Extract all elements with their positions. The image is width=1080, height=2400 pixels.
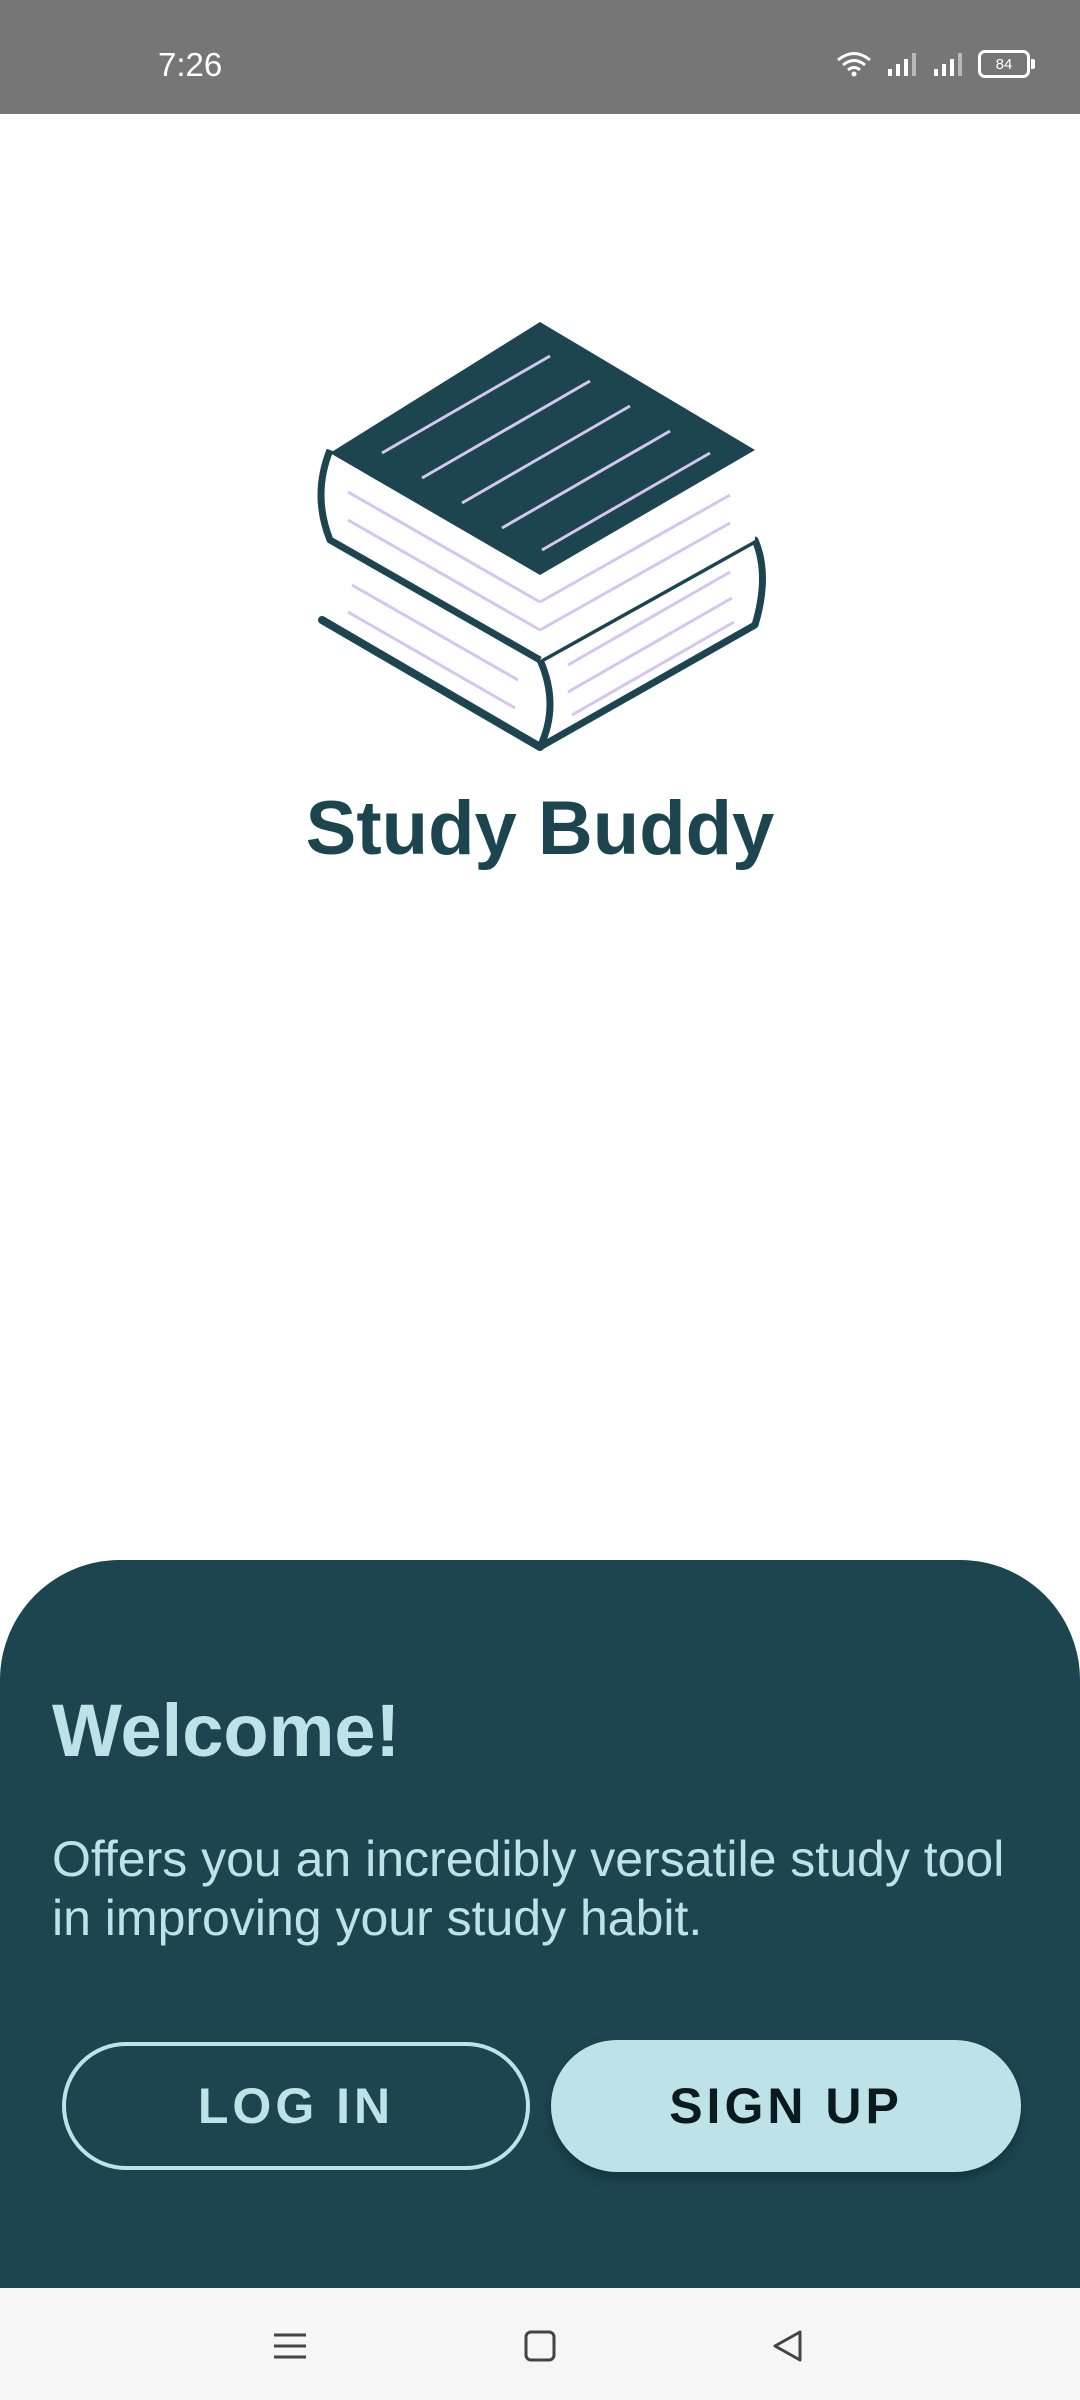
welcome-panel: Welcome! Offers you an incredibly versat… [0,1560,1080,2288]
welcome-title: Welcome! [52,1689,401,1772]
back-icon[interactable] [760,2318,816,2374]
status-icons: 84 [836,50,1035,78]
login-button[interactable]: LOG IN [62,2042,530,2170]
app-title: Study Buddy [305,786,775,871]
system-nav-bar [0,2288,1080,2400]
battery-icon: 84 [978,50,1035,78]
wifi-icon [837,52,871,77]
status-bar: 7:26 84 [0,0,1080,114]
menu-icon[interactable] [262,2318,318,2374]
home-icon[interactable] [512,2318,568,2374]
signal-icon [888,53,916,76]
welcome-description: Offers you an incredibly versatile study… [52,1831,1005,1946]
signup-button[interactable]: SIGN UP [551,2040,1021,2172]
status-time: 7:26 [158,46,223,83]
battery-level: 84 [995,55,1013,73]
book-stack-icon [317,322,766,751]
signal-icon [934,53,962,76]
